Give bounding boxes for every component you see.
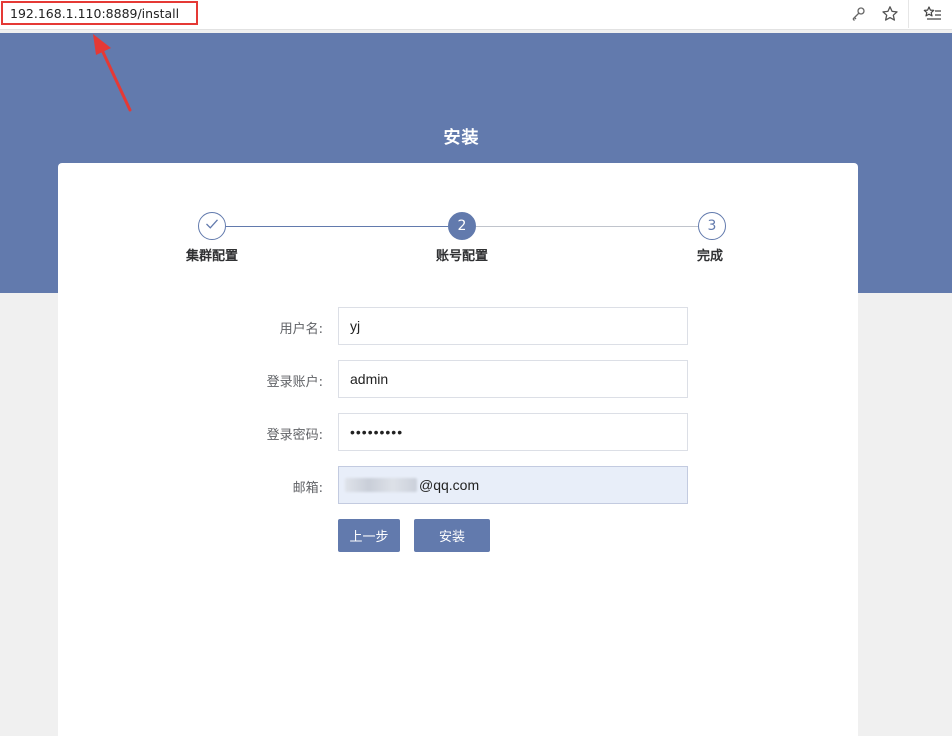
password-label: 登录密码: bbox=[266, 428, 323, 443]
email-input[interactable]: @qq.com bbox=[338, 466, 688, 504]
install-button[interactable]: 安装 bbox=[414, 519, 490, 552]
step-connector-pending bbox=[476, 226, 698, 227]
step-1-circle bbox=[198, 212, 226, 240]
prev-step-button[interactable]: 上一步 bbox=[338, 519, 400, 552]
step-connector-done bbox=[226, 226, 448, 227]
username-input[interactable]: yj bbox=[338, 307, 688, 345]
toolbar-divider bbox=[908, 0, 909, 28]
email-label: 邮箱: bbox=[292, 481, 323, 496]
password-input[interactable]: ••••••••• bbox=[338, 413, 688, 451]
step-3-label: 完成 bbox=[696, 249, 723, 264]
url-field[interactable]: 192.168.1.110:8889/install bbox=[1, 1, 198, 25]
account-value: admin bbox=[350, 371, 389, 387]
username-value: yj bbox=[350, 318, 361, 334]
star-icon[interactable] bbox=[879, 3, 901, 25]
page-title: 安装 bbox=[443, 128, 480, 148]
key-icon[interactable] bbox=[847, 3, 869, 25]
step-2-label: 账号配置 bbox=[435, 249, 488, 264]
check-icon bbox=[205, 218, 219, 234]
browser-address-bar: 192.168.1.110:8889/install bbox=[0, 0, 952, 30]
step-3-circle: 3 bbox=[698, 212, 726, 240]
step-1-label: 集群配置 bbox=[185, 249, 238, 264]
url-text: 192.168.1.110:8889/install bbox=[10, 6, 180, 21]
account-label: 登录账户: bbox=[266, 375, 323, 390]
username-label: 用户名: bbox=[279, 322, 323, 337]
account-input[interactable]: admin bbox=[338, 360, 688, 398]
annotation-arrow-icon bbox=[93, 34, 132, 112]
password-value: ••••••••• bbox=[350, 424, 404, 440]
step-2-circle: 2 bbox=[448, 212, 476, 240]
redacted-email-prefix bbox=[345, 478, 417, 492]
email-value: @qq.com bbox=[419, 477, 480, 493]
favorites-list-icon[interactable] bbox=[922, 3, 944, 25]
